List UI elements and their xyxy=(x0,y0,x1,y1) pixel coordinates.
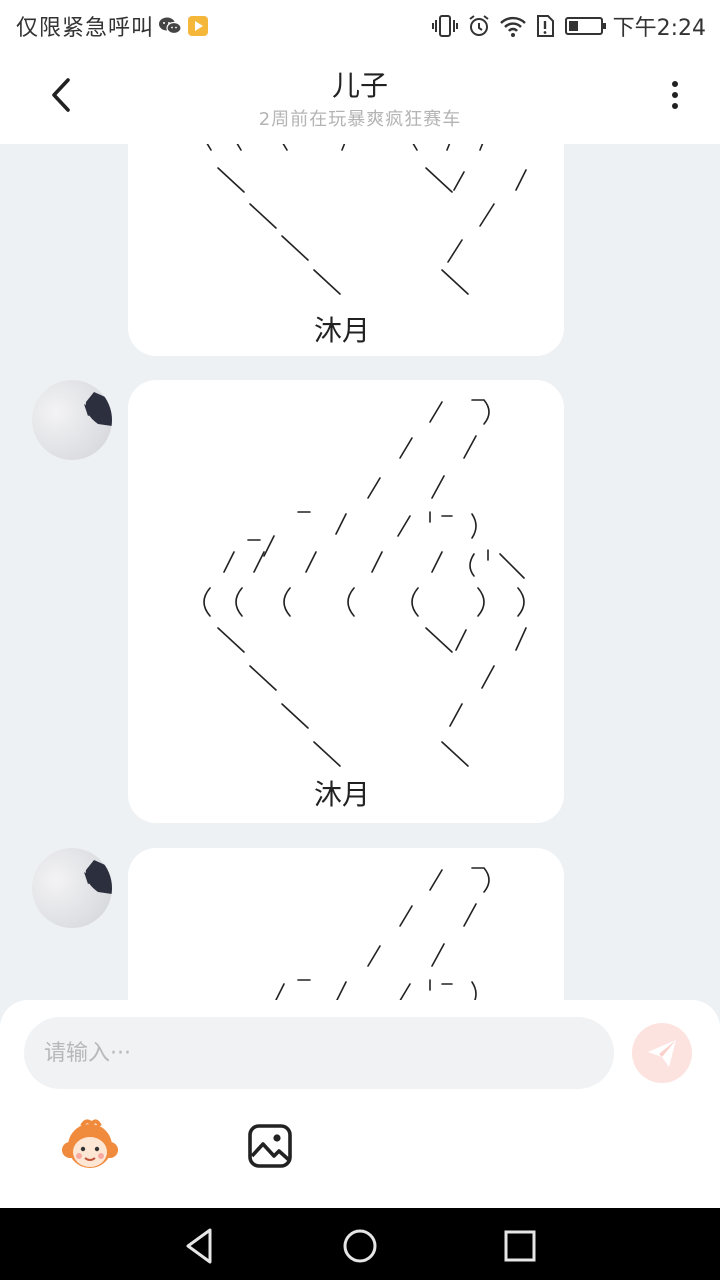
send-icon xyxy=(648,1040,676,1067)
message-bubble[interactable]: 沐月 xyxy=(128,380,564,823)
wechat-icon xyxy=(159,17,182,35)
message-bubble[interactable] xyxy=(128,848,564,1000)
contact-status: 2周前在玩暴爽疯狂赛车 xyxy=(258,109,462,130)
avatar-mark-icon xyxy=(84,860,112,894)
battery-icon xyxy=(564,17,606,35)
image-picker-button[interactable] xyxy=(246,1122,294,1170)
more-dot-icon xyxy=(672,103,678,109)
message-input[interactable] xyxy=(24,1017,614,1089)
nav-back-button[interactable] xyxy=(180,1226,220,1266)
vibrate-icon xyxy=(431,15,458,37)
nav-home-button[interactable] xyxy=(340,1226,380,1266)
video-app-icon xyxy=(188,16,209,36)
input-panel xyxy=(0,1000,720,1208)
ascii-art-heart: 沐月 xyxy=(206,144,527,347)
alarm-icon xyxy=(468,15,489,36)
ascii-art-heart xyxy=(275,867,490,1000)
status-bar-right: 下午2:24 xyxy=(423,10,706,42)
more-dot-icon xyxy=(672,81,678,87)
wifi-icon xyxy=(499,16,526,37)
image-icon xyxy=(248,1124,292,1168)
message-signature: 沐月 xyxy=(314,314,370,347)
status-time: 下午2:24 xyxy=(612,16,706,41)
ascii-art-heart: 沐月 xyxy=(203,399,527,811)
monkey-sticker-icon xyxy=(62,1119,118,1168)
status-bar: 仅限紧急呼叫 下午2:24 xyxy=(0,0,720,50)
message-bubble[interactable]: 沐月 xyxy=(128,144,564,356)
message-list[interactable]: 沐月 沐月 xyxy=(0,144,720,1000)
system-navigation-bar xyxy=(0,1208,720,1280)
sender-avatar[interactable] xyxy=(32,848,112,928)
carrier-text: 仅限紧急呼叫 xyxy=(16,16,155,41)
status-bar-left: 仅限紧急呼叫 xyxy=(16,10,209,42)
send-button[interactable] xyxy=(632,1023,692,1083)
avatar-mark-icon xyxy=(84,392,112,426)
chat-header: 儿子 2周前在玩暴爽疯狂赛车 xyxy=(0,50,720,144)
message-signature: 沐月 xyxy=(314,778,370,811)
contact-name: 儿子 xyxy=(331,69,388,102)
sim-alert-icon xyxy=(536,15,554,37)
more-options-button[interactable] xyxy=(660,78,690,118)
emoji-sticker-button[interactable] xyxy=(60,1118,120,1174)
sender-avatar[interactable] xyxy=(32,380,112,460)
nav-recents-button[interactable] xyxy=(500,1226,540,1266)
more-dot-icon xyxy=(672,92,678,98)
